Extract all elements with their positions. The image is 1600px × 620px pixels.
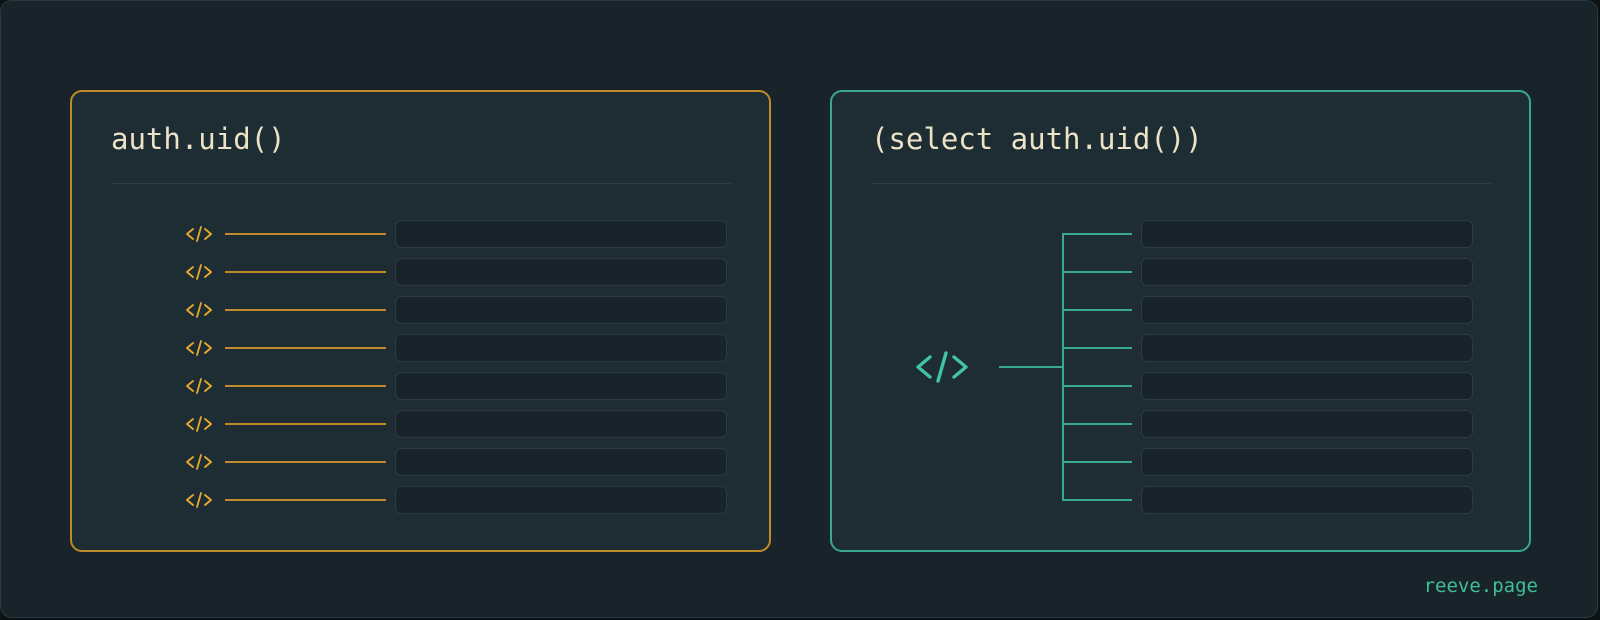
left-panel-title: auth.uid()	[111, 122, 286, 156]
code-icon	[185, 302, 213, 318]
code-icon	[185, 492, 213, 508]
right-branch-line	[1062, 423, 1132, 425]
left-table-row	[395, 258, 727, 286]
right-branch-line	[1062, 499, 1132, 501]
right-table-row	[1141, 410, 1473, 438]
right-table-row	[1141, 372, 1473, 400]
code-icon	[185, 454, 213, 470]
right-table-row	[1141, 448, 1473, 476]
left-table-row	[395, 296, 727, 324]
right-panel-single-call: (select auth.uid())	[830, 90, 1531, 552]
right-table-row	[1141, 334, 1473, 362]
left-connector-line	[225, 233, 386, 235]
left-table-row	[395, 220, 727, 248]
left-panel-per-row-calls: auth.uid()	[70, 90, 771, 552]
diagram-frame: auth.uid() (select auth.uid()) reeve.pag…	[0, 0, 1598, 618]
left-connector-line	[225, 309, 386, 311]
right-branch-line	[1062, 271, 1132, 273]
right-panel-divider	[871, 183, 1491, 184]
left-connector-line	[225, 385, 386, 387]
right-panel-title: (select auth.uid())	[871, 122, 1203, 156]
left-connector-line	[225, 461, 386, 463]
right-trunk-line	[1062, 233, 1064, 501]
right-stem-line	[999, 366, 1062, 368]
code-icon	[185, 340, 213, 356]
left-panel-divider	[111, 183, 731, 184]
right-branch-line	[1062, 347, 1132, 349]
left-table-row	[395, 410, 727, 438]
right-table-row	[1141, 486, 1473, 514]
code-icon	[185, 226, 213, 242]
code-icon	[914, 350, 970, 384]
right-branch-line	[1062, 309, 1132, 311]
code-icon	[185, 416, 213, 432]
right-branch-line	[1062, 385, 1132, 387]
left-table-row	[395, 486, 727, 514]
right-table-row	[1141, 220, 1473, 248]
right-table-row	[1141, 296, 1473, 324]
left-connector-line	[225, 347, 386, 349]
site-label: reeve.page	[1423, 575, 1538, 597]
right-branch-line	[1062, 461, 1132, 463]
left-table-row	[395, 448, 727, 476]
left-connector-line	[225, 271, 386, 273]
code-icon	[185, 264, 213, 280]
left-table-row	[395, 372, 727, 400]
code-icon	[185, 378, 213, 394]
right-branch-line	[1062, 233, 1132, 235]
left-connector-line	[225, 499, 386, 501]
left-table-row	[395, 334, 727, 362]
right-table-row	[1141, 258, 1473, 286]
left-connector-line	[225, 423, 386, 425]
